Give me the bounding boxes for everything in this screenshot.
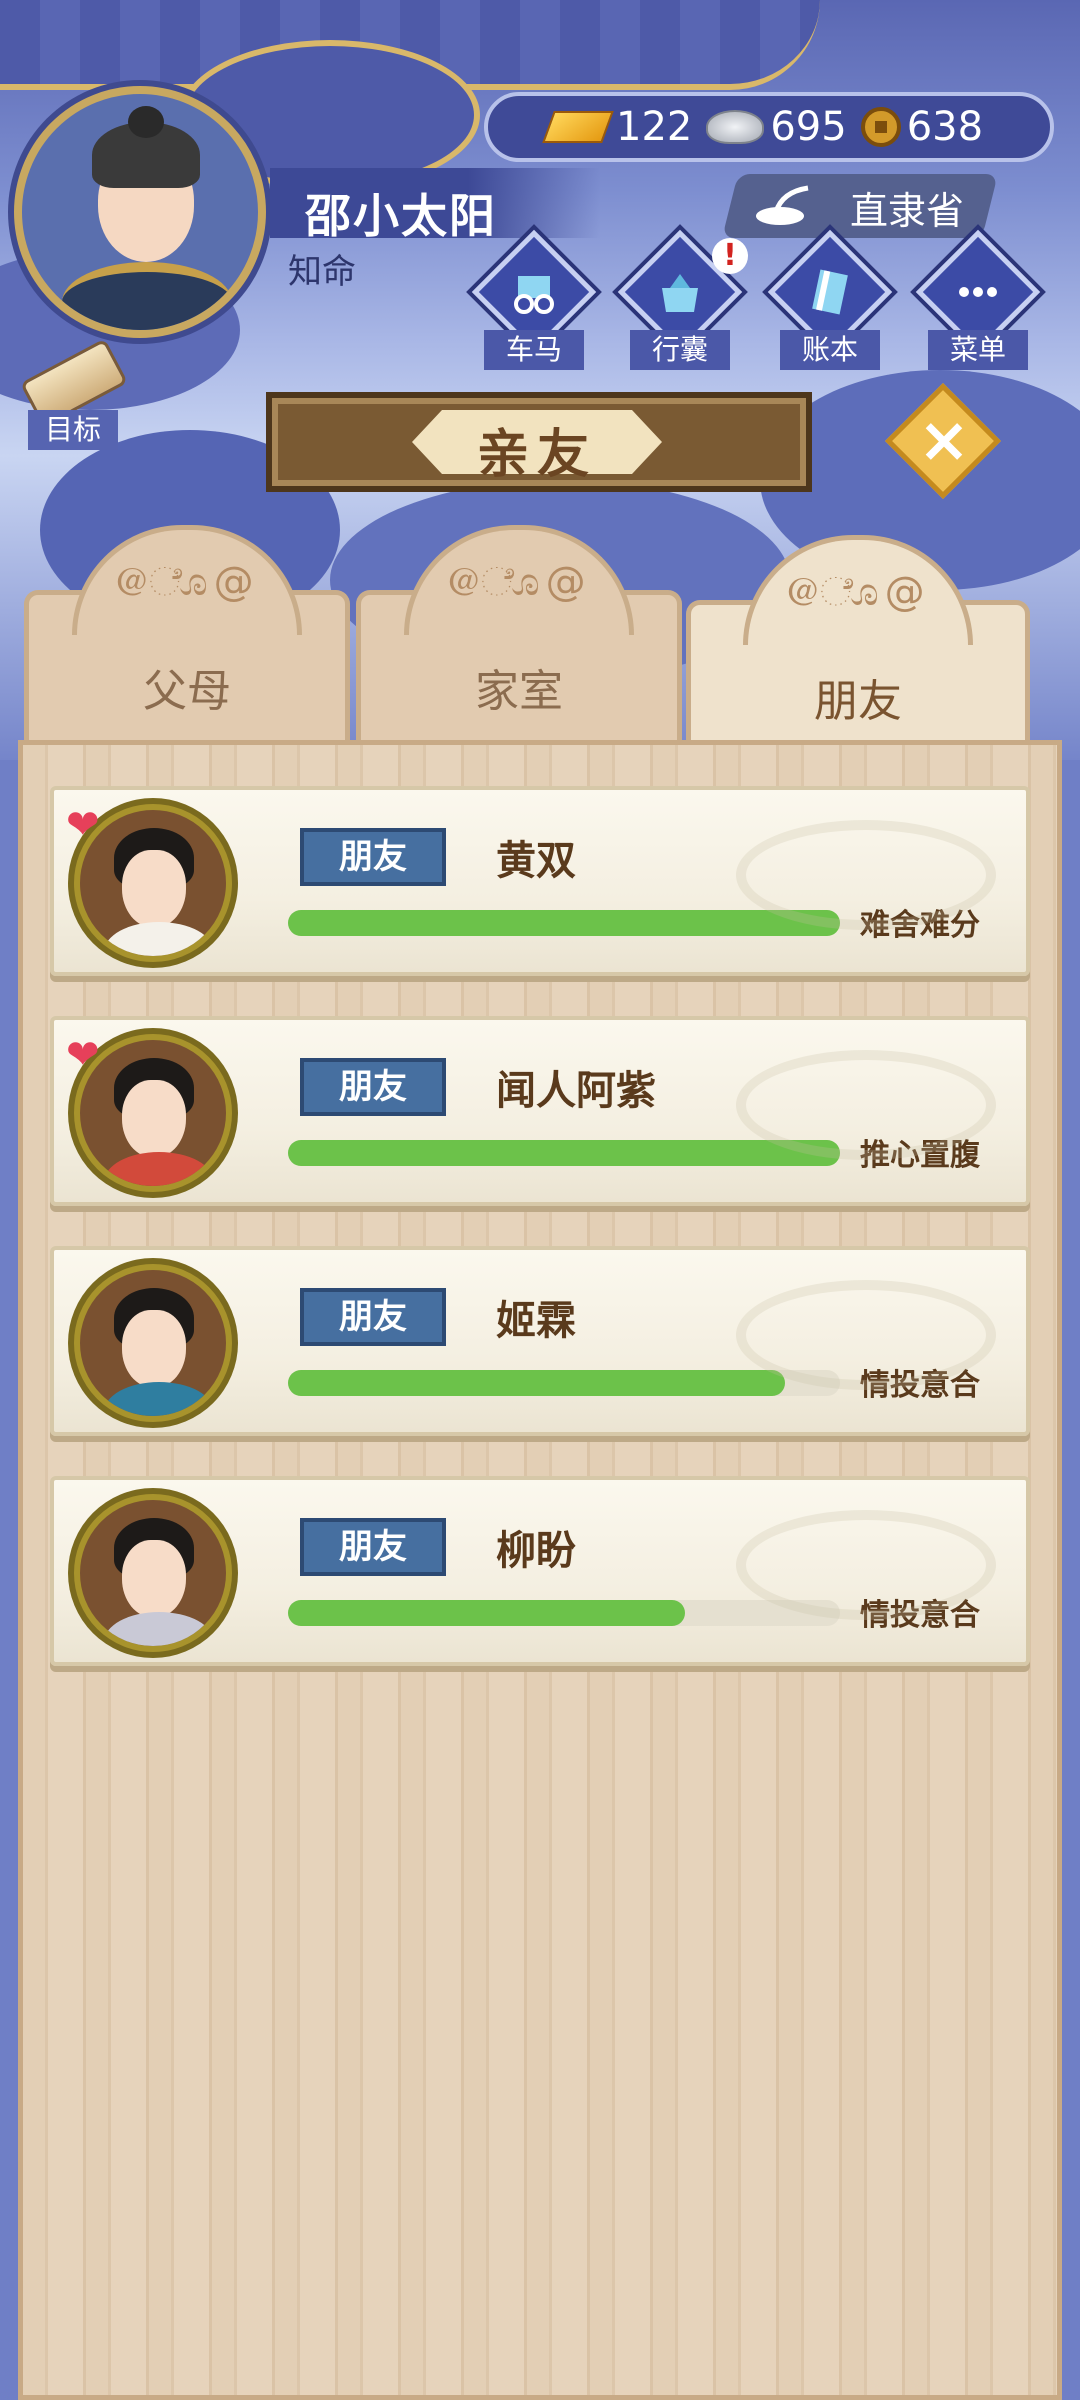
tab-friends-label: 朋友: [814, 676, 902, 727]
friend-name: 柳盼: [496, 1528, 576, 1574]
friend-robe: [104, 922, 214, 956]
goal-label: 目标: [28, 410, 118, 450]
relation-level: 情投意合: [860, 1368, 980, 1403]
friend-card[interactable]: 朋友 柳盼 情投意合: [50, 1476, 1030, 1666]
copper-coin-icon: [860, 107, 901, 147]
more-icon: [954, 268, 1002, 316]
tab-household-label: 家室: [475, 666, 563, 717]
friend-name: 闻人阿紫: [496, 1068, 656, 1114]
friend-portrait: [74, 1494, 232, 1652]
goal-button[interactable]: 目标: [18, 338, 129, 450]
gold-currency: 122: [542, 104, 693, 150]
heart-icon: ❤: [66, 1032, 100, 1078]
tab-parents-label: 父母: [143, 666, 231, 717]
relation-level: 情投意合: [860, 1598, 980, 1633]
close-icon[interactable]: ×: [910, 406, 978, 474]
ledger-label: 账本: [780, 330, 880, 370]
ledger-button[interactable]: 账本: [767, 229, 893, 370]
tab-friends[interactable]: @ೊ@ 朋友: [686, 535, 1030, 750]
bundle-label: 行囊: [630, 330, 730, 370]
friend-card[interactable]: 朋友 姬霖 情投意合: [50, 1246, 1030, 1436]
swirl-ornament-icon: @ೊ@: [114, 559, 260, 605]
player-avatar[interactable]: [14, 86, 266, 338]
affinity-bar: [288, 1600, 840, 1626]
copper-value: 638: [906, 104, 984, 150]
copper-currency: 638: [860, 104, 984, 150]
affinity-fill: [288, 1370, 785, 1396]
silver-value: 695: [770, 104, 847, 150]
friend-name: 姬霖: [496, 1298, 576, 1344]
heart-icon: ❤: [66, 802, 100, 848]
relation-tag: 朋友: [300, 1518, 446, 1576]
panel-title: 亲友: [476, 425, 597, 485]
tab-household[interactable]: @ೊ@ 家室: [356, 525, 682, 740]
affinity-bar: [288, 910, 840, 936]
swirl-ornament-icon: @ೊ@: [785, 569, 931, 615]
bundle-icon: [656, 268, 704, 316]
swirl-ornament-icon: @ೊ@: [446, 559, 592, 605]
menu-button[interactable]: 菜单: [915, 229, 1041, 370]
friend-card[interactable]: ❤ 朋友 黄双 难舍难分: [50, 786, 1030, 976]
ledger-icon: [806, 268, 854, 316]
relation-level: 难舍难分: [860, 908, 980, 943]
affinity-fill: [288, 1600, 686, 1626]
affinity-bar: [288, 1140, 840, 1166]
currency-bar: 122 695 638: [484, 92, 1054, 162]
silver-currency: 695: [706, 104, 847, 150]
affinity-fill: [288, 1140, 840, 1166]
friend-name: 黄双: [496, 838, 576, 884]
friend-robe: [104, 1382, 214, 1416]
player-name: 邵小太阳: [305, 189, 497, 243]
menu-label: 菜单: [928, 330, 1028, 370]
bundle-alert-badge: !: [712, 238, 748, 274]
friend-portrait: [74, 1264, 232, 1422]
silver-ingot-icon: [706, 110, 765, 144]
carriage-label: 车马: [484, 330, 584, 370]
player-title: 知命: [288, 252, 356, 292]
carriage-button[interactable]: 车马: [471, 229, 597, 370]
friend-robe: [104, 1612, 214, 1646]
relation-tag: 朋友: [300, 828, 446, 886]
friend-robe: [104, 1152, 214, 1186]
affinity-bar: [288, 1370, 840, 1396]
tab-parents[interactable]: @ೊ@ 父母: [24, 525, 350, 740]
friend-card[interactable]: ❤ 朋友 闻人阿紫 推心置腹: [50, 1016, 1030, 1206]
gold-ingot-icon: [542, 111, 614, 143]
relation-tag: 朋友: [300, 1058, 446, 1116]
relation-level: 推心置腹: [860, 1138, 980, 1173]
bundle-button[interactable]: ! 行囊: [617, 229, 748, 370]
carriage-icon: [510, 268, 558, 316]
panel-title-banner: 亲友: [266, 392, 812, 492]
affinity-fill: [288, 910, 840, 936]
relation-tag: 朋友: [300, 1288, 446, 1346]
location-label: 直隶省: [850, 189, 965, 233]
gold-value: 122: [616, 104, 693, 150]
seal-icon: [756, 185, 809, 225]
